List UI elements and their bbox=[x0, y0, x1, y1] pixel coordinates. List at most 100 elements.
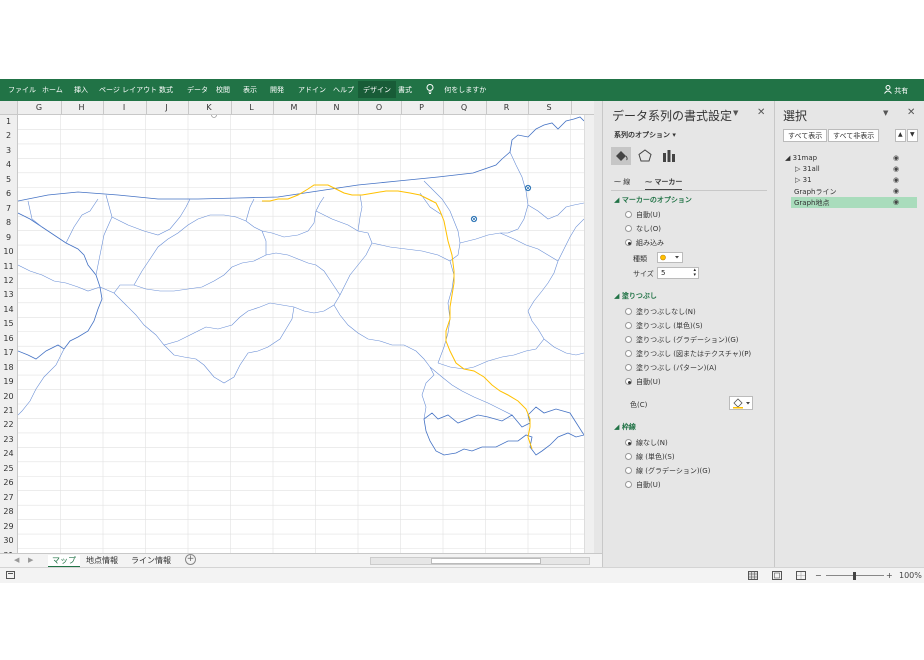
expand-icon[interactable]: ▷ bbox=[795, 176, 800, 184]
eye-icon[interactable]: ◉ bbox=[893, 154, 899, 162]
close-icon[interactable]: ✕ bbox=[907, 107, 915, 118]
eye-icon[interactable]: ◉ bbox=[893, 187, 899, 195]
marker-builtin-radio[interactable]: 組み込み bbox=[625, 238, 664, 248]
tab-review[interactable]: 校閲 bbox=[216, 85, 230, 95]
macro-record-icon[interactable] bbox=[6, 571, 15, 581]
page-layout-view-icon[interactable] bbox=[772, 571, 782, 582]
row-header[interactable]: 17 bbox=[0, 348, 17, 357]
row-header[interactable]: 22 bbox=[0, 420, 17, 429]
tab-view[interactable]: 表示 bbox=[243, 85, 257, 95]
row-header[interactable]: 8 bbox=[0, 218, 17, 227]
horizontal-scrollbar[interactable] bbox=[370, 557, 590, 565]
tab-help[interactable]: ヘルプ bbox=[333, 85, 354, 95]
row-header[interactable]: 21 bbox=[0, 406, 17, 415]
stepper-arrows-icon[interactable]: ▴ ▾ bbox=[693, 268, 696, 278]
row-header[interactable]: 24 bbox=[0, 449, 17, 458]
hide-all-button[interactable]: すべて非表示 bbox=[828, 129, 880, 142]
border-none-radio[interactable]: 線なし(N) bbox=[625, 438, 668, 448]
zoom-slider-thumb[interactable] bbox=[853, 572, 856, 580]
tab-page-layout[interactable]: ページ レイアウト bbox=[99, 85, 157, 95]
row-header[interactable]: 1 bbox=[0, 117, 17, 126]
series-options-dropdown[interactable]: 系列のオプション ▾ bbox=[614, 130, 676, 140]
fill-picture-radio[interactable]: 塗りつぶし (図またはテクスチャ)(P) bbox=[625, 349, 751, 359]
zoom-level[interactable]: 100% bbox=[899, 571, 922, 580]
eye-icon[interactable]: ◉ bbox=[893, 198, 899, 206]
column-header[interactable]: O bbox=[358, 103, 400, 112]
fill-line-icon[interactable] bbox=[611, 147, 631, 165]
column-header[interactable]: L bbox=[231, 103, 273, 112]
fill-auto-radio[interactable]: 自動(U) bbox=[625, 377, 661, 387]
close-icon[interactable]: ✕ bbox=[757, 107, 765, 118]
fill-color-picker[interactable] bbox=[729, 396, 753, 410]
selection-item-31[interactable]: ▷ 31 bbox=[795, 176, 812, 184]
zoom-in-button[interactable]: + bbox=[886, 571, 893, 580]
border-gradient-radio[interactable]: 線 (グラデーション)(G) bbox=[625, 466, 710, 476]
row-header[interactable]: 2 bbox=[0, 131, 17, 140]
tab-design[interactable]: デザイン bbox=[358, 81, 396, 98]
column-header[interactable]: P bbox=[401, 103, 443, 112]
row-header[interactable]: 10 bbox=[0, 247, 17, 256]
fill-gradient-radio[interactable]: 塗りつぶし (グラデーション)(G) bbox=[625, 335, 739, 345]
column-header[interactable]: Q bbox=[443, 103, 485, 112]
tab-developer[interactable]: 開発 bbox=[270, 85, 284, 95]
row-header[interactable]: 14 bbox=[0, 305, 17, 314]
column-header[interactable]: H bbox=[61, 103, 103, 112]
row-header[interactable]: 20 bbox=[0, 392, 17, 401]
tab-line[interactable]: ⁓ 線 bbox=[614, 177, 630, 187]
column-header[interactable]: I bbox=[103, 103, 145, 112]
border-heading[interactable]: ◢ 枠線 bbox=[614, 422, 636, 432]
selection-item-31all[interactable]: ▷ 31all bbox=[795, 165, 820, 173]
cell-area[interactable] bbox=[17, 112, 594, 553]
row-header[interactable]: 6 bbox=[0, 189, 17, 198]
share-button[interactable]: 共有 bbox=[884, 85, 908, 96]
eye-icon[interactable]: ◉ bbox=[893, 176, 899, 184]
row-header[interactable]: 5 bbox=[0, 175, 17, 184]
fill-solid-radio[interactable]: 塗りつぶし (単色)(S) bbox=[625, 321, 703, 331]
row-header[interactable]: 3 bbox=[0, 146, 17, 155]
horizontal-scroll-thumb[interactable] bbox=[431, 558, 541, 564]
row-header[interactable]: 12 bbox=[0, 276, 17, 285]
row-header[interactable]: 25 bbox=[0, 464, 17, 473]
row-header[interactable]: 15 bbox=[0, 319, 17, 328]
collapse-icon[interactable]: ◢ bbox=[785, 154, 790, 162]
tab-addins[interactable]: アドイン bbox=[298, 85, 326, 95]
column-header[interactable]: M bbox=[273, 103, 315, 112]
column-header[interactable]: J bbox=[146, 103, 188, 112]
border-solid-radio[interactable]: 線 (単色)(S) bbox=[625, 452, 675, 462]
row-header[interactable]: 9 bbox=[0, 233, 17, 242]
tell-me-search[interactable]: 何をしますか bbox=[426, 84, 486, 95]
row-header[interactable]: 19 bbox=[0, 377, 17, 386]
marker-type-dropdown[interactable] bbox=[657, 252, 683, 263]
column-header[interactable]: S bbox=[528, 103, 570, 112]
page-break-view-icon[interactable] bbox=[796, 571, 806, 582]
column-header[interactable]: G bbox=[18, 103, 60, 112]
marker-none-radio[interactable]: なし(O) bbox=[625, 224, 661, 234]
sheet-tab-points[interactable]: 地点情報 bbox=[86, 555, 118, 566]
show-all-button[interactable]: すべて表示 bbox=[783, 129, 828, 142]
row-header[interactable]: 28 bbox=[0, 507, 17, 516]
tab-home[interactable]: ホーム bbox=[42, 85, 63, 95]
row-header[interactable]: 11 bbox=[0, 262, 17, 271]
pane-options-chevron-icon[interactable]: ▼ bbox=[883, 109, 888, 117]
select-all-corner[interactable] bbox=[0, 101, 18, 115]
eye-icon[interactable]: ◉ bbox=[893, 165, 899, 173]
worksheet-grid[interactable]: GHIJKLMNOPQRS 1 2 3 4 5 6 7 8 9 10 11 12 13 14 15 16 17 1… bbox=[0, 101, 594, 553]
fill-heading[interactable]: ◢ 塗りつぶし bbox=[614, 291, 657, 301]
bring-forward-icon[interactable]: ▲ bbox=[895, 129, 906, 142]
sheet-tab-lines[interactable]: ライン情報 bbox=[131, 555, 171, 566]
row-header[interactable]: 23 bbox=[0, 435, 17, 444]
row-header[interactable]: 30 bbox=[0, 536, 17, 545]
marker-options-heading[interactable]: ◢ マーカーのオプション bbox=[614, 195, 692, 205]
sheet-nav-next-icon[interactable]: ▶ bbox=[28, 556, 33, 564]
map-chart[interactable] bbox=[17, 112, 585, 553]
row-header[interactable]: 16 bbox=[0, 334, 17, 343]
row-header[interactable]: 7 bbox=[0, 204, 17, 213]
selection-item-31map[interactable]: ◢ 31map bbox=[785, 154, 817, 162]
selection-item-graph-line[interactable]: Graphライン bbox=[794, 187, 836, 197]
tab-marker[interactable]: ⁓ マーカー bbox=[645, 177, 683, 191]
tab-formulas[interactable]: 数式 bbox=[159, 85, 173, 95]
tab-insert[interactable]: 挿入 bbox=[74, 85, 88, 95]
row-header[interactable]: 27 bbox=[0, 493, 17, 502]
column-header[interactable]: K bbox=[188, 103, 230, 112]
add-sheet-button[interactable]: + bbox=[185, 554, 196, 565]
